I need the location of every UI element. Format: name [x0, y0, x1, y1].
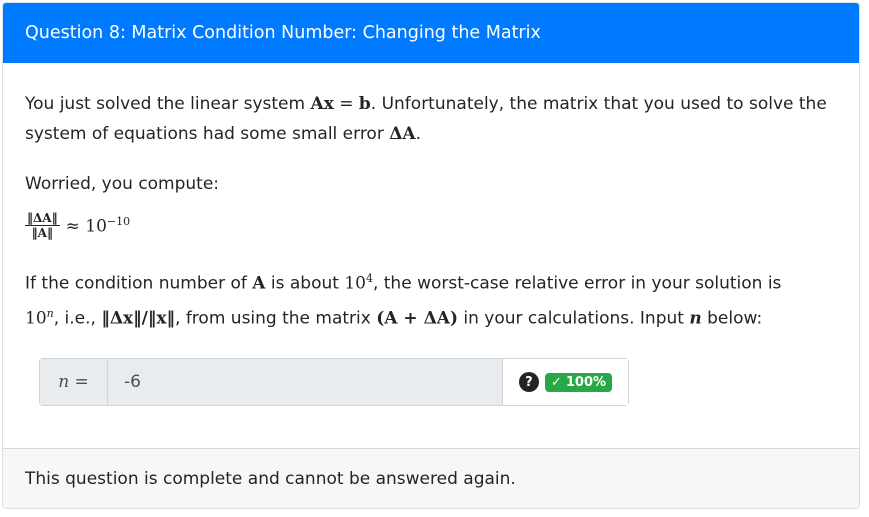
norm-fraction: ‖ΔA‖ ‖A‖ — [25, 211, 60, 240]
question-card: Question 8: Matrix Condition Number: Cha… — [2, 2, 860, 509]
approx-value: ≈ 10−10 — [65, 214, 131, 237]
question-body: You just solved the linear system Ax = b… — [3, 63, 859, 333]
question-circle-icon[interactable]: ? — [518, 372, 539, 392]
question-footer: This question is complete and cannot be … — [3, 448, 859, 508]
score-badge: ✓ 100% — [544, 372, 613, 392]
answer-input-group: n = -6 ? ✓ 100% — [39, 358, 629, 406]
score-text: 100% — [565, 374, 607, 390]
answer-field[interactable]: -6 — [108, 359, 503, 405]
problem-statement-3: If the condition number of A is about 10… — [25, 272, 782, 329]
relative-error-formula: ‖ΔA‖ ‖A‖ ≈ 10−10 — [25, 211, 837, 240]
answer-prefix: n = — [40, 359, 108, 405]
problem-statement-1: You just solved the linear system Ax = b… — [25, 94, 827, 144]
completion-message: This question is complete and cannot be … — [25, 468, 516, 489]
question-title: Question 8: Matrix Condition Number: Cha… — [25, 23, 541, 43]
check-icon: ✓ — [550, 374, 562, 390]
answer-status: ? ✓ 100% — [503, 359, 628, 405]
problem-statement-2: Worried, you compute: — [25, 174, 220, 194]
question-header: Question 8: Matrix Condition Number: Cha… — [3, 3, 859, 63]
